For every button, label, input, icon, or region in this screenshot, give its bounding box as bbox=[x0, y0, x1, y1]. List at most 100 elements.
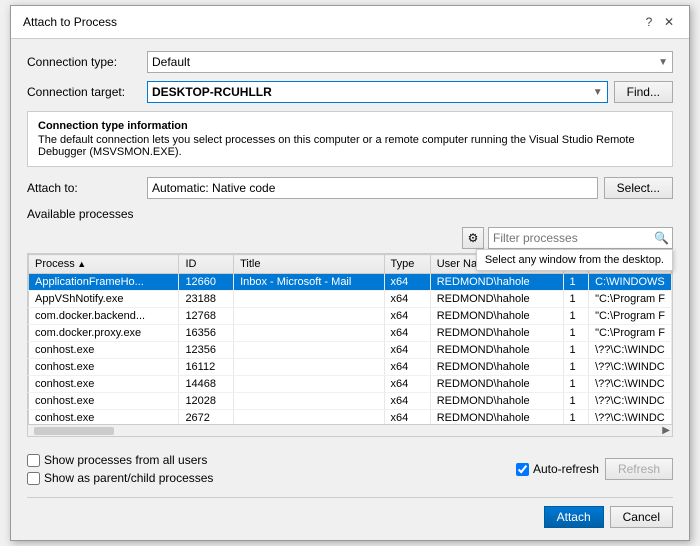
cell-id: 16356 bbox=[179, 325, 234, 342]
cell-id: 2672 bbox=[179, 410, 234, 425]
cell-s: 1 bbox=[563, 393, 589, 410]
cell-process: com.docker.proxy.exe bbox=[29, 325, 179, 342]
cell-type: x64 bbox=[384, 325, 430, 342]
cell-path: \??\C:\WINDC bbox=[589, 376, 672, 393]
cell-process: conhost.exe bbox=[29, 359, 179, 376]
cell-id: 12660 bbox=[179, 274, 234, 291]
cell-type: x64 bbox=[384, 291, 430, 308]
help-button[interactable]: ? bbox=[641, 14, 657, 30]
footer-row: Show processes from all users Show as pa… bbox=[27, 445, 673, 485]
table-row[interactable]: conhost.exe 12028 x64 REDMOND\hahole 1 \… bbox=[29, 393, 672, 410]
auto-refresh-checkbox[interactable] bbox=[516, 463, 529, 476]
cell-path: \??\C:\WINDC bbox=[589, 342, 672, 359]
cell-type: x64 bbox=[384, 308, 430, 325]
cell-title bbox=[234, 376, 384, 393]
table-row[interactable]: com.docker.backend... 12768 x64 REDMOND\… bbox=[29, 308, 672, 325]
chevron-down-icon: ▼ bbox=[593, 87, 603, 98]
cell-title bbox=[234, 291, 384, 308]
connection-target-dropdown[interactable]: DESKTOP-RCUHLLR ▼ bbox=[147, 81, 608, 103]
attach-to-row: Attach to: Select... bbox=[27, 177, 673, 199]
cell-path: \??\C:\WINDC bbox=[589, 410, 672, 425]
cell-user: REDMOND\hahole bbox=[430, 342, 563, 359]
show-parent-child-checkbox[interactable] bbox=[27, 472, 40, 485]
cell-user: REDMOND\hahole bbox=[430, 291, 563, 308]
tooltip: Select any window from the desktop. bbox=[476, 249, 673, 271]
table-row[interactable]: conhost.exe 16112 x64 REDMOND\hahole 1 \… bbox=[29, 359, 672, 376]
table-row[interactable]: conhost.exe 14468 x64 REDMOND\hahole 1 \… bbox=[29, 376, 672, 393]
show-parent-child-label[interactable]: Show as parent/child processes bbox=[44, 471, 213, 485]
cell-process: conhost.exe bbox=[29, 342, 179, 359]
settings-icon-button[interactable]: ⚙ bbox=[462, 227, 484, 249]
gear-icon: ⚙ bbox=[468, 231, 479, 245]
processes-table-container: Process ID Title Type User Name S Applic… bbox=[27, 253, 673, 437]
cell-user: REDMOND\hahole bbox=[430, 376, 563, 393]
dialog-title: Attach to Process bbox=[23, 15, 117, 29]
cell-title bbox=[234, 342, 384, 359]
col-title[interactable]: Title bbox=[234, 255, 384, 274]
attach-to-label: Attach to: bbox=[27, 181, 147, 195]
title-bar: Attach to Process ? ✕ bbox=[11, 6, 689, 39]
cell-id: 12028 bbox=[179, 393, 234, 410]
processes-table: Process ID Title Type User Name S Applic… bbox=[28, 254, 672, 424]
attach-to-input[interactable] bbox=[147, 177, 598, 199]
connection-type-row: Connection type: Default ▼ bbox=[27, 51, 673, 73]
cell-process: AppVShNotify.exe bbox=[29, 291, 179, 308]
cell-path: \??\C:\WINDC bbox=[589, 393, 672, 410]
cell-path: "C:\Program F bbox=[589, 325, 672, 342]
attach-to-process-dialog: Attach to Process ? ✕ Connection type: D… bbox=[10, 5, 690, 541]
info-title: Connection type information bbox=[38, 120, 662, 132]
refresh-button[interactable]: Refresh bbox=[605, 458, 673, 480]
cell-user: REDMOND\hahole bbox=[430, 393, 563, 410]
cell-s: 1 bbox=[563, 308, 589, 325]
filter-processes-input[interactable] bbox=[488, 227, 673, 249]
cell-user: REDMOND\hahole bbox=[430, 410, 563, 425]
connection-target-label: Connection target: bbox=[27, 85, 147, 99]
cell-user: REDMOND\hahole bbox=[430, 274, 563, 291]
info-text: The default connection lets you select p… bbox=[38, 134, 662, 158]
cell-type: x64 bbox=[384, 393, 430, 410]
col-id[interactable]: ID bbox=[179, 255, 234, 274]
cancel-button[interactable]: Cancel bbox=[610, 506, 673, 528]
cell-s: 1 bbox=[563, 274, 589, 291]
cell-title bbox=[234, 325, 384, 342]
cell-type: x64 bbox=[384, 359, 430, 376]
table-row[interactable]: conhost.exe 12356 x64 REDMOND\hahole 1 \… bbox=[29, 342, 672, 359]
cell-process: com.docker.backend... bbox=[29, 308, 179, 325]
connection-type-label: Connection type: bbox=[27, 55, 147, 69]
auto-refresh-label[interactable]: Auto-refresh bbox=[533, 462, 599, 476]
col-type[interactable]: Type bbox=[384, 255, 430, 274]
cell-title bbox=[234, 410, 384, 425]
cell-title: Inbox - Microsoft - Mail bbox=[234, 274, 384, 291]
show-parent-child-row: Show as parent/child processes bbox=[27, 471, 213, 485]
attach-button[interactable]: Attach bbox=[544, 506, 604, 528]
table-row[interactable]: ApplicationFrameHo... 12660 Inbox - Micr… bbox=[29, 274, 672, 291]
cell-process: conhost.exe bbox=[29, 410, 179, 425]
find-button[interactable]: Find... bbox=[614, 81, 673, 103]
search-icon: 🔍 bbox=[654, 231, 669, 245]
cell-s: 1 bbox=[563, 325, 589, 342]
chevron-down-icon: ▼ bbox=[658, 57, 668, 68]
show-all-users-label[interactable]: Show processes from all users bbox=[44, 453, 207, 467]
cell-title bbox=[234, 308, 384, 325]
cell-s: 1 bbox=[563, 342, 589, 359]
scroll-right-arrow[interactable]: ▶ bbox=[662, 425, 670, 436]
table-row[interactable]: conhost.exe 2672 x64 REDMOND\hahole 1 \?… bbox=[29, 410, 672, 425]
show-all-users-checkbox[interactable] bbox=[27, 454, 40, 467]
table-row[interactable]: com.docker.proxy.exe 16356 x64 REDMOND\h… bbox=[29, 325, 672, 342]
connection-type-dropdown[interactable]: Default ▼ bbox=[147, 51, 673, 73]
cell-path: "C:\Program F bbox=[589, 291, 672, 308]
cell-s: 1 bbox=[563, 291, 589, 308]
processes-table-scroll[interactable]: Process ID Title Type User Name S Applic… bbox=[28, 254, 672, 424]
select-button[interactable]: Select... bbox=[604, 177, 673, 199]
cell-id: 16112 bbox=[179, 359, 234, 376]
horizontal-scrollbar[interactable]: ▶ bbox=[28, 424, 672, 436]
cell-s: 1 bbox=[563, 410, 589, 425]
cell-id: 12356 bbox=[179, 342, 234, 359]
close-button[interactable]: ✕ bbox=[661, 14, 677, 30]
col-process[interactable]: Process bbox=[29, 255, 179, 274]
table-row[interactable]: AppVShNotify.exe 23188 x64 REDMOND\hahol… bbox=[29, 291, 672, 308]
cell-type: x64 bbox=[384, 376, 430, 393]
cell-title bbox=[234, 359, 384, 376]
cell-type: x64 bbox=[384, 342, 430, 359]
cell-user: REDMOND\hahole bbox=[430, 359, 563, 376]
